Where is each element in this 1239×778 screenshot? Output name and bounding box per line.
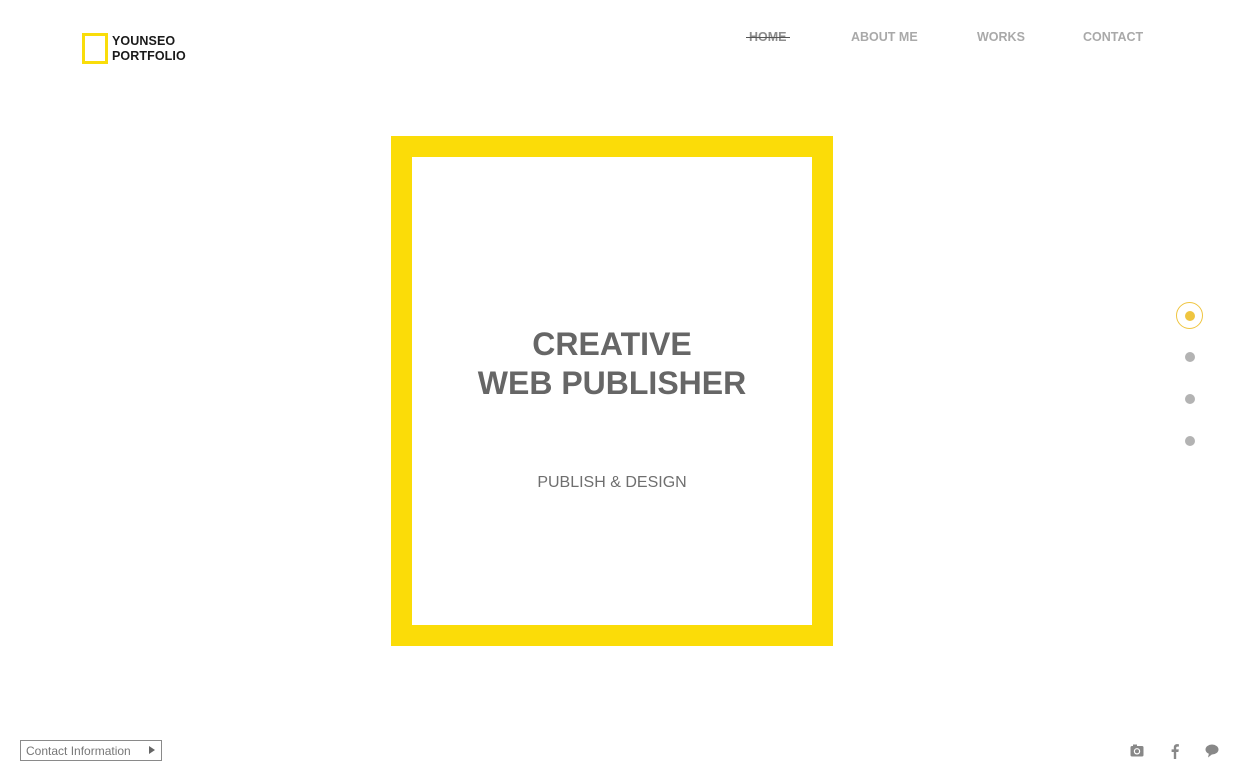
contact-information-button[interactable]: Contact Information [20,740,162,761]
main-nav: HOME ABOUT ME WORKS CONTACT [0,29,1239,45]
play-arrow-icon [149,746,155,754]
headline-line-1: CREATIVE [532,326,692,362]
section-dot-2[interactable] [1185,352,1195,362]
hero-frame: CREATIVE WEB PUBLISHER PUBLISH & DESIGN [391,136,833,646]
nav-contact[interactable]: CONTACT [1083,29,1143,45]
contact-information-label: Contact Information [26,743,131,758]
nav-about-me[interactable]: ABOUT ME [851,29,918,45]
headline-line-2: WEB PUBLISHER [477,365,747,401]
hero-headline: CREATIVE WEB PUBLISHER [412,325,812,403]
facebook-icon[interactable] [1167,743,1183,759]
logo-line-2: PORTFOLIO [112,49,186,63]
hero-subline: PUBLISH & DESIGN [537,474,687,491]
section-dot-1[interactable] [1176,302,1203,329]
speech-bubble-icon[interactable] [1204,743,1220,759]
section-dot-3[interactable] [1185,394,1195,404]
nav-home[interactable]: HOME [746,29,789,45]
camera-icon[interactable] [1129,743,1145,759]
section-dot-4[interactable] [1185,436,1195,446]
nav-works[interactable]: WORKS [977,29,1025,45]
